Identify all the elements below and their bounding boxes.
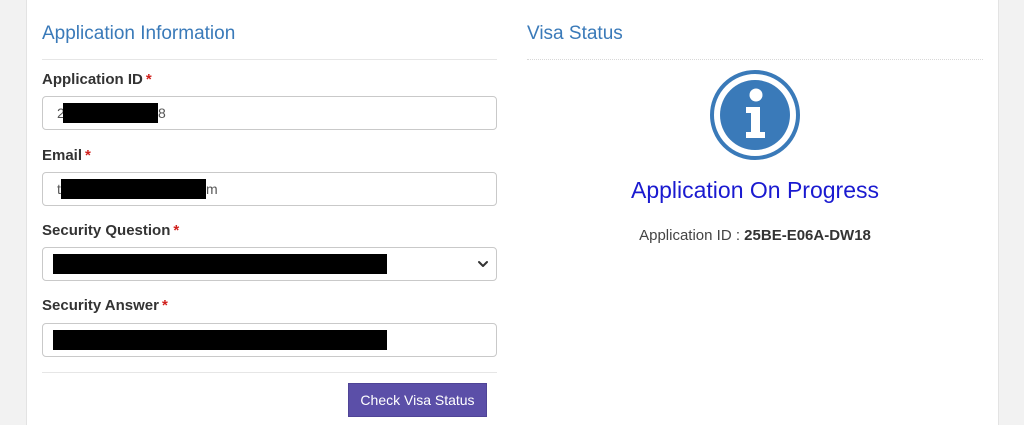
application-id-caption: Application ID : bbox=[639, 227, 740, 244]
application-id-input[interactable]: 2 8 bbox=[42, 96, 497, 130]
content-panel bbox=[26, 0, 999, 425]
heading-divider bbox=[527, 59, 983, 60]
application-id-line: Application ID : 25BE-E06A-DW18 bbox=[527, 227, 983, 244]
email-input[interactable]: t m bbox=[42, 172, 497, 206]
security-answer-label-text: Security Answer bbox=[42, 297, 159, 314]
required-mark: * bbox=[162, 297, 168, 314]
chevron-down-icon bbox=[478, 261, 488, 267]
security-question-select[interactable] bbox=[42, 247, 497, 281]
security-answer-label: Security Answer * bbox=[42, 297, 168, 314]
redaction-bar bbox=[53, 330, 387, 350]
email-value-end: m bbox=[206, 181, 218, 197]
redaction-bar bbox=[53, 254, 387, 274]
required-mark: * bbox=[145, 71, 152, 88]
redaction-bar bbox=[63, 103, 158, 123]
application-id-label: Application ID * bbox=[42, 71, 152, 88]
info-circle-icon bbox=[710, 70, 800, 160]
email-label: Email * bbox=[42, 147, 91, 164]
check-visa-status-button[interactable]: Check Visa Status bbox=[348, 383, 487, 417]
security-question-label-text: Security Question bbox=[42, 222, 171, 239]
application-information-heading: Application Information bbox=[42, 23, 236, 44]
required-mark: * bbox=[85, 147, 91, 164]
application-id-value-end: 8 bbox=[158, 105, 166, 121]
heading-divider bbox=[42, 59, 497, 60]
security-answer-input[interactable] bbox=[42, 323, 497, 357]
visa-status-heading: Visa Status bbox=[527, 23, 623, 44]
application-status-text: Application On Progress bbox=[630, 177, 879, 203]
required-mark: * bbox=[173, 222, 180, 239]
application-id-label-text: Application ID bbox=[42, 71, 143, 88]
security-question-label: Security Question * bbox=[42, 222, 179, 239]
email-label-text: Email bbox=[42, 147, 83, 164]
redaction-bar bbox=[61, 179, 206, 199]
application-id-value: 25BE-E06A-DW18 bbox=[744, 227, 871, 244]
form-footer-divider bbox=[42, 372, 497, 373]
